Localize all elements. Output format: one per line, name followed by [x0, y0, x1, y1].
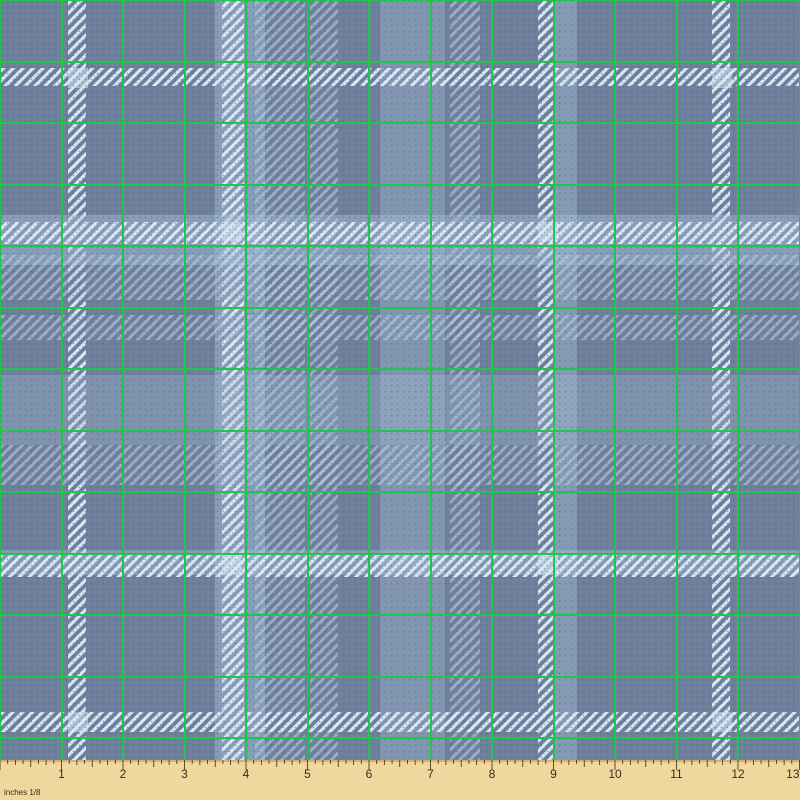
ruler-number: 10	[608, 767, 622, 781]
ruler-number: 12	[731, 767, 745, 781]
ruler-number: 3	[181, 767, 188, 781]
ruler-number: 11	[670, 767, 683, 781]
fabric-swatch	[0, 0, 800, 760]
measuring-ruler: 1 2 3 4 5 6 7 8 9 10 11 12 13 inches 1/8	[0, 760, 800, 800]
fabric-weave-texture	[0, 0, 800, 760]
ruler-number: 1	[58, 767, 65, 781]
ruler-number: 5	[304, 767, 311, 781]
ruler-number: 2	[120, 767, 127, 781]
ruler-number: 13	[786, 767, 800, 781]
ruler-unit-label: inches 1/8	[4, 788, 41, 797]
ruler-number: 7	[427, 767, 434, 781]
ruler-number: 6	[366, 767, 373, 781]
ruler-number: 4	[243, 767, 250, 781]
ruler-number: 8	[489, 767, 496, 781]
ruler-number: 9	[550, 767, 557, 781]
